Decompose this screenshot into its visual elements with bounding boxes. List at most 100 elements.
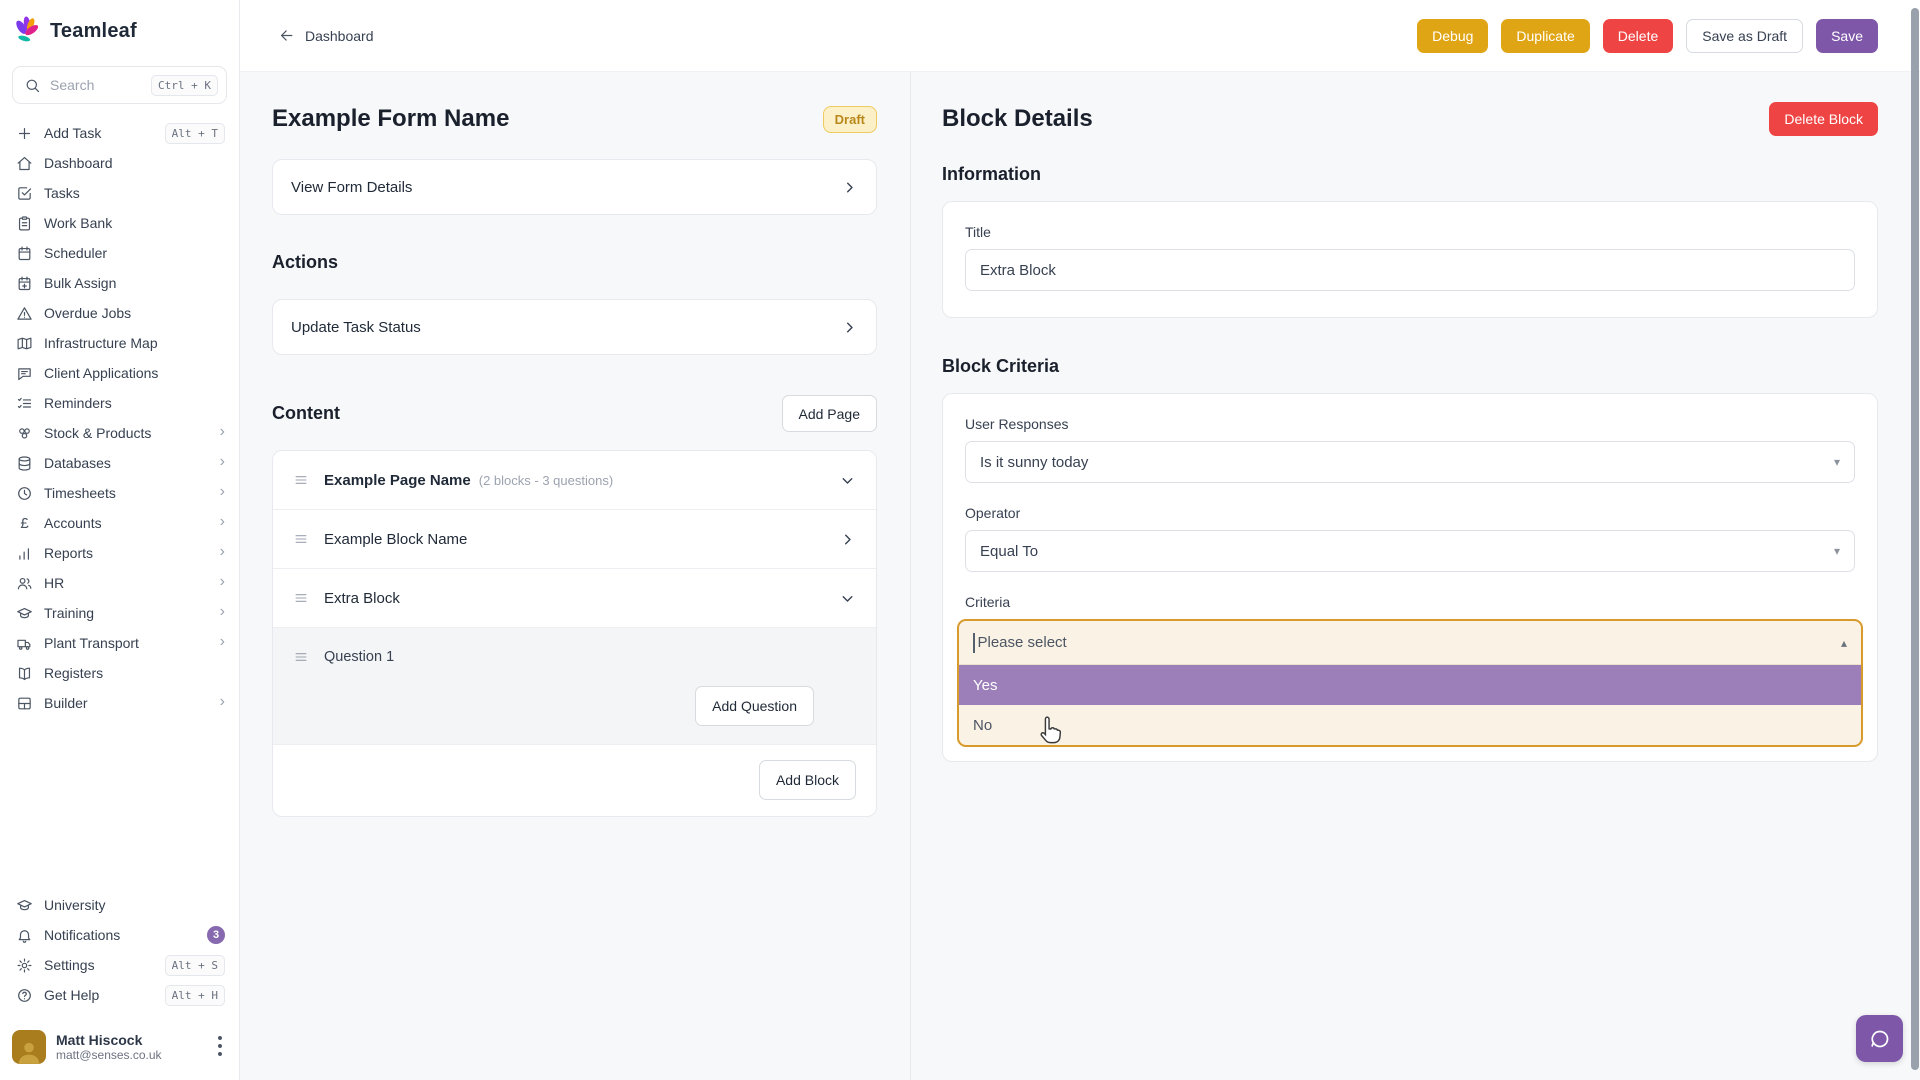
criteria-option-yes[interactable]: Yes — [959, 665, 1861, 705]
search-input[interactable]: Search Ctrl + K — [12, 66, 227, 104]
user-responses-select[interactable]: Is it sunny today ▾ — [965, 441, 1855, 483]
status-badge: Draft — [823, 106, 877, 133]
block-criteria-heading: Block Criteria — [942, 356, 1878, 377]
sidebar-item-registers[interactable]: Registers — [0, 658, 239, 688]
sidebar-item-timesheets[interactable]: Timesheets › — [0, 478, 239, 508]
block-details-title: Block Details — [942, 105, 1093, 133]
add-question-button[interactable]: Add Question — [695, 686, 814, 726]
add-block-button[interactable]: Add Block — [759, 760, 856, 800]
sidebar-item-settings[interactable]: Settings Alt + S — [0, 950, 239, 980]
information-heading: Information — [942, 164, 1878, 185]
message-square-icon — [16, 365, 33, 382]
chevron-right-icon: › — [220, 514, 225, 532]
sidebar-spacer — [0, 718, 239, 890]
criteria-option-no[interactable]: No — [959, 705, 1861, 745]
database-icon — [16, 455, 33, 472]
sidebar-item-university[interactable]: University — [0, 890, 239, 920]
chevron-right-icon[interactable] — [839, 531, 856, 548]
block-row[interactable]: Example Block Name — [273, 510, 876, 569]
sidebar-item-overdue-jobs[interactable]: Overdue Jobs — [0, 298, 239, 328]
chevron-down-icon[interactable] — [839, 472, 856, 489]
pound-icon: £ — [16, 516, 33, 531]
sidebar-item-reports[interactable]: Reports › — [0, 538, 239, 568]
chat-bubble-icon — [1868, 1027, 1892, 1051]
teamleaf-logo-icon — [12, 16, 42, 46]
sidebar-item-notifications[interactable]: Notifications 3 — [0, 920, 239, 950]
sidebar-item-stock-products[interactable]: Stock & Products › — [0, 418, 239, 448]
user-menu[interactable]: Matt Hiscock matt@senses.co.uk ••• — [0, 1018, 239, 1070]
block-row-selected[interactable]: Extra Block — [273, 569, 876, 628]
content-heading: Content — [272, 403, 340, 424]
drag-handle-icon[interactable] — [293, 531, 309, 547]
duplicate-button[interactable]: Duplicate — [1501, 19, 1589, 53]
text-cursor — [973, 633, 975, 653]
sidebar-item-client-applications[interactable]: Client Applications — [0, 358, 239, 388]
sidebar-item-bulk-assign[interactable]: Bulk Assign — [0, 268, 239, 298]
page-meta: (2 blocks - 3 questions) — [479, 473, 613, 488]
main-area: Dashboard Debug Duplicate Delete Save as… — [240, 0, 1920, 1080]
chevron-down-icon[interactable] — [839, 590, 856, 607]
app-window: Teamleaf Search Ctrl + K Add Task Alt + … — [0, 0, 1920, 1080]
notifications-badge: 3 — [207, 926, 225, 944]
sidebar-item-hr[interactable]: HR › — [0, 568, 239, 598]
sidebar-item-dashboard[interactable]: Dashboard — [0, 148, 239, 178]
question-row[interactable]: Question 1 — [293, 628, 856, 686]
page-row[interactable]: Example Page Name (2 blocks - 3 question… — [273, 451, 876, 510]
save-button[interactable]: Save — [1816, 19, 1878, 53]
sidebar-item-infrastructure-map[interactable]: Infrastructure Map — [0, 328, 239, 358]
sidebar-item-databases[interactable]: Databases › — [0, 448, 239, 478]
sidebar-item-work-bank[interactable]: Work Bank — [0, 208, 239, 238]
add-page-button[interactable]: Add Page — [782, 395, 878, 432]
content-area: Example Form Name Draft View Form Detail… — [240, 72, 1920, 1080]
view-form-details-row[interactable]: View Form Details — [272, 159, 877, 215]
sidebar-item-add-task[interactable]: Add Task Alt + T — [0, 118, 239, 148]
save-as-draft-button[interactable]: Save as Draft — [1686, 19, 1803, 53]
add-task-shortcut: Alt + T — [165, 123, 225, 144]
criteria-select-open: Please select ▴ Yes No — [957, 619, 1863, 747]
block-name: Extra Block — [324, 590, 400, 607]
page-name: Example Page Name — [324, 472, 471, 489]
delete-button[interactable]: Delete — [1603, 19, 1673, 53]
sidebar-item-training[interactable]: Training › — [0, 598, 239, 628]
block-title-input[interactable] — [965, 249, 1855, 291]
chevron-right-icon — [841, 179, 858, 196]
debug-button[interactable]: Debug — [1417, 19, 1488, 53]
sidebar-item-get-help[interactable]: Get Help Alt + H — [0, 980, 239, 1010]
form-title: Example Form Name — [272, 105, 509, 133]
sidebar-item-reminders[interactable]: Reminders — [0, 388, 239, 418]
graduation-cap-icon — [16, 605, 33, 622]
actions-heading: Actions — [272, 252, 877, 273]
criteria-select[interactable]: Please select ▴ — [959, 621, 1861, 665]
sidebar-item-scheduler[interactable]: Scheduler — [0, 238, 239, 268]
drag-handle-icon[interactable] — [293, 649, 309, 665]
drag-handle-icon[interactable] — [293, 472, 309, 488]
operator-select[interactable]: Equal To ▾ — [965, 530, 1855, 572]
delete-block-button[interactable]: Delete Block — [1769, 102, 1878, 136]
kebab-menu-icon[interactable]: ••• — [213, 1035, 227, 1060]
panel-divider — [910, 72, 911, 1080]
sidebar-item-accounts[interactable]: £ Accounts › — [0, 508, 239, 538]
criteria-label: Criteria — [965, 594, 1855, 610]
chevron-right-icon: › — [220, 694, 225, 712]
avatar — [12, 1030, 46, 1064]
list-checks-icon — [16, 395, 33, 412]
update-task-status-row[interactable]: Update Task Status — [272, 299, 877, 355]
sidebar-item-plant-transport[interactable]: Plant Transport › — [0, 628, 239, 658]
search-shortcut: Ctrl + K — [151, 75, 218, 96]
brand: Teamleaf — [0, 0, 239, 58]
page-scrollbar[interactable] — [1911, 8, 1919, 1070]
title-label: Title — [965, 224, 1855, 240]
sidebar-item-tasks[interactable]: Tasks — [0, 178, 239, 208]
sidebar-item-builder[interactable]: Builder › — [0, 688, 239, 718]
chat-widget-button[interactable] — [1856, 1015, 1903, 1062]
search-placeholder: Search — [50, 77, 142, 93]
back-to-dashboard-link[interactable]: Dashboard — [278, 27, 374, 44]
user-email: matt@senses.co.uk — [56, 1048, 203, 1062]
settings-shortcut: Alt + S — [165, 955, 225, 976]
caret-down-icon: ▾ — [1834, 544, 1840, 558]
chevron-right-icon: › — [220, 424, 225, 442]
bar-chart-icon — [16, 545, 33, 562]
information-card: Title — [942, 201, 1878, 318]
drag-handle-icon[interactable] — [293, 590, 309, 606]
arrow-left-icon — [278, 27, 295, 44]
